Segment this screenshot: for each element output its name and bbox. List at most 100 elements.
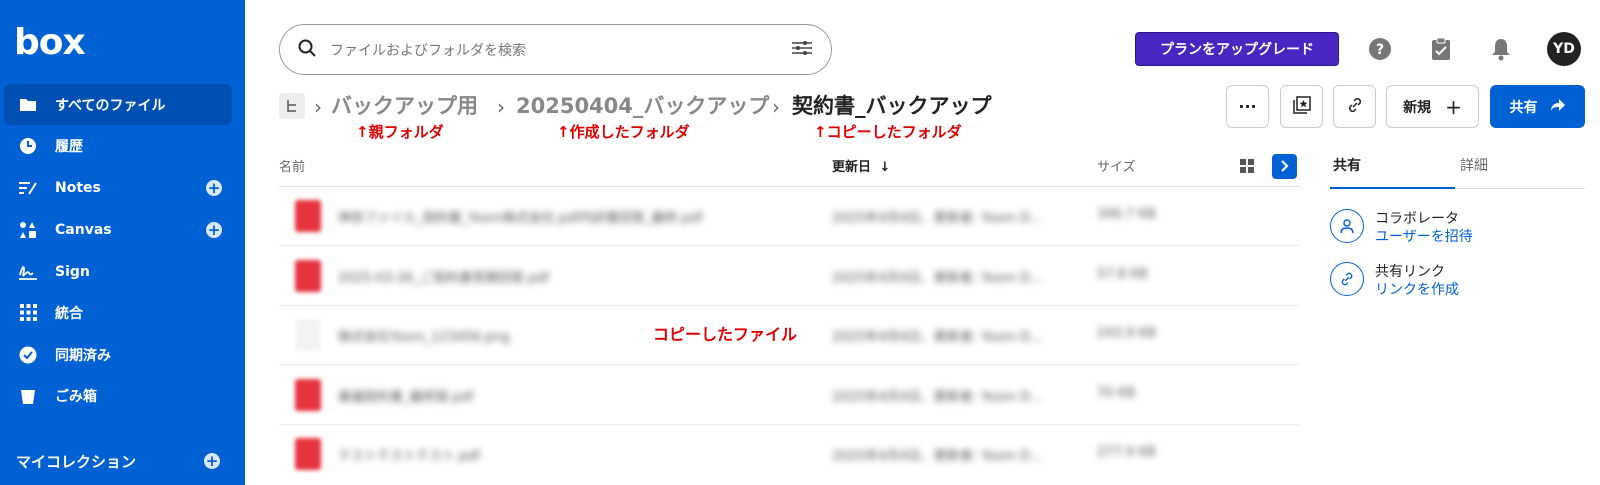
- tasks-icon[interactable]: [1428, 36, 1454, 62]
- new-label: 新規: [1403, 99, 1432, 116]
- collaborators-title: コラボレータ: [1375, 211, 1459, 227]
- sidebar-item-synced[interactable]: 同期済み: [4, 334, 232, 375]
- file-name[interactable]: 2025-03-26_ご契約書見積回答.pdf: [338, 267, 549, 286]
- grid-view-icon[interactable]: [1240, 158, 1256, 174]
- column-header-size[interactable]: サイズ: [1097, 156, 1136, 175]
- table-row[interactable]: 神奈ファイル_契約書_Yoom株式会社.pdf内訳書回答_最終.pdf 2025…: [279, 187, 1299, 246]
- breadcrumb-separator-icon: ›: [497, 95, 505, 119]
- sidebar-item-label: 統合: [55, 305, 83, 322]
- breadcrumb-separator-icon: ›: [772, 95, 780, 119]
- file-updated: 2025年4月4日、更新者: Yoom D...: [832, 271, 1043, 286]
- file-size: 57.8 KB: [1097, 267, 1148, 282]
- pdf-file-icon: [295, 200, 321, 232]
- file-size: 346.7 KB: [1097, 207, 1156, 222]
- sidebar: box すべてのファイル 履歴 Notes + Canvas + Sign 統合…: [0, 0, 245, 485]
- sidebar-item-label: 履歴: [55, 138, 83, 155]
- collection-star-icon: [1292, 95, 1311, 118]
- column-header-updated-label: 更新日: [832, 160, 872, 175]
- plus-icon: +: [1445, 94, 1462, 119]
- sidebar-item-all-files[interactable]: すべてのファイル: [4, 84, 232, 125]
- trash-icon: [18, 386, 38, 406]
- tab-share[interactable]: 共有: [1333, 155, 1361, 175]
- collections-button[interactable]: [1280, 85, 1323, 128]
- search-filter-icon[interactable]: [791, 40, 813, 59]
- sidebar-item-integrations[interactable]: 統合: [4, 292, 232, 333]
- person-icon: [1330, 209, 1364, 243]
- share-button[interactable]: 共有: [1490, 85, 1585, 128]
- sidebar-item-label: 同期済み: [55, 347, 111, 364]
- add-note-icon[interactable]: +: [206, 179, 222, 196]
- table-row[interactable]: テストテストテスト.pdf 2025年4月4日、更新者: Yoom D... 2…: [279, 425, 1299, 484]
- upgrade-plan-button[interactable]: プランをアップグレード: [1135, 32, 1339, 66]
- sidebar-item-label: すべてのファイル: [55, 97, 166, 114]
- canvas-icon: [18, 220, 38, 240]
- sidebar-item-label: Canvas: [55, 221, 112, 238]
- file-name[interactable]: 神奈ファイル_契約書_Yoom株式会社.pdf内訳書回答_最終.pdf: [338, 207, 703, 226]
- sidebar-item-notes[interactable]: Notes +: [4, 167, 232, 208]
- annotation-copied-folder: ↑コピーしたフォルダ: [814, 123, 962, 141]
- collaborators-section[interactable]: コラボレータ ユーザーを招待: [1330, 206, 1590, 246]
- add-canvas-icon[interactable]: +: [206, 221, 222, 238]
- copy-link-button[interactable]: [1333, 85, 1376, 128]
- file-updated: 2025年4月4日、更新者: Yoom D...: [832, 330, 1043, 345]
- file-name[interactable]: テストテストテスト.pdf: [338, 445, 480, 464]
- more-label: ···: [1238, 97, 1257, 116]
- link-icon: [1330, 262, 1364, 296]
- file-name[interactable]: 稟議契約書_最終版.pdf: [338, 386, 474, 405]
- table-row[interactable]: 2025-03-26_ご契約書見積回答.pdf 2025年4月4日、更新者: Y…: [279, 247, 1299, 306]
- search-input[interactable]: ファイルおよびフォルダを検索: [330, 40, 791, 60]
- folder-tree-icon[interactable]: [279, 93, 305, 119]
- check-circle-icon: [18, 345, 38, 365]
- sidebar-item-label: Notes: [55, 179, 101, 196]
- invite-users-link[interactable]: ユーザーを招待: [1375, 226, 1473, 246]
- folder-icon: [18, 95, 38, 115]
- svg-text:?: ?: [1376, 42, 1384, 58]
- search-bar[interactable]: ファイルおよびフォルダを検索: [279, 24, 832, 75]
- sidebar-item-canvas[interactable]: Canvas +: [4, 209, 232, 250]
- annotation-created-folder: ↑作成したフォルダ: [557, 123, 690, 141]
- share-label: 共有: [1509, 99, 1538, 116]
- toggle-sidepanel-button[interactable]: [1272, 154, 1297, 179]
- box-logo[interactable]: box: [14, 22, 86, 63]
- file-size: 243.9 KB: [1097, 326, 1156, 341]
- chevron-right-icon: [1280, 157, 1290, 176]
- create-link-link[interactable]: リンクを作成: [1375, 279, 1459, 299]
- file-size: 277.9 KB: [1097, 445, 1156, 460]
- more-options-button[interactable]: ···: [1226, 85, 1269, 128]
- annotation-copied-file: コピーしたファイル: [653, 325, 798, 344]
- active-tab-indicator: [1330, 187, 1455, 189]
- file-size: 70 KB: [1097, 386, 1136, 401]
- file-name[interactable]: 株式会社Yoom_123456.png: [338, 326, 510, 345]
- tab-details[interactable]: 詳細: [1460, 155, 1488, 175]
- breadcrumb-parent-folder[interactable]: バックアップ用: [331, 90, 478, 120]
- collections-label: マイコレクション: [16, 452, 137, 471]
- sidebar-item-sign[interactable]: Sign: [4, 251, 232, 292]
- link-icon: [1346, 96, 1364, 118]
- file-updated: 2025年4月4日、更新者: Yoom D...: [832, 211, 1043, 226]
- sidebar-item-trash[interactable]: ごみ箱: [4, 375, 232, 416]
- breadcrumb-created-folder[interactable]: 20250404_バックアップ: [516, 90, 769, 120]
- new-button[interactable]: 新規 +: [1386, 85, 1479, 128]
- file-updated: 2025年4月4日、更新者: Yoom D...: [832, 449, 1043, 464]
- breadcrumb-current-folder: 契約書_バックアップ: [792, 94, 992, 118]
- sign-icon: [18, 262, 38, 282]
- file-updated: 2025年4月4日、更新者: Yoom D...: [832, 390, 1043, 405]
- pdf-file-icon: [295, 438, 321, 470]
- clock-icon: [18, 136, 38, 156]
- help-icon[interactable]: ?: [1367, 36, 1393, 62]
- pdf-file-icon: [295, 379, 321, 411]
- sidebar-item-label: ごみ箱: [55, 388, 97, 405]
- table-row[interactable]: 稟議契約書_最終版.pdf 2025年4月4日、更新者: Yoom D... 7…: [279, 366, 1299, 425]
- apps-grid-icon: [18, 303, 38, 323]
- breadcrumb-separator-icon: ›: [314, 95, 322, 119]
- sort-down-icon: ↓: [879, 160, 891, 175]
- user-avatar[interactable]: YD: [1547, 32, 1581, 66]
- shared-link-section[interactable]: 共有リンク リンクを作成: [1330, 259, 1590, 299]
- add-collection-icon[interactable]: +: [204, 453, 220, 469]
- notification-bell-icon[interactable]: [1488, 36, 1514, 62]
- column-header-updated[interactable]: 更新日 ↓: [832, 156, 890, 175]
- sidebar-item-history[interactable]: 履歴: [4, 125, 232, 166]
- sidebar-collections[interactable]: マイコレクション +: [4, 443, 232, 479]
- shared-link-title: 共有リンク: [1375, 264, 1445, 280]
- column-header-name[interactable]: 名前: [279, 156, 305, 175]
